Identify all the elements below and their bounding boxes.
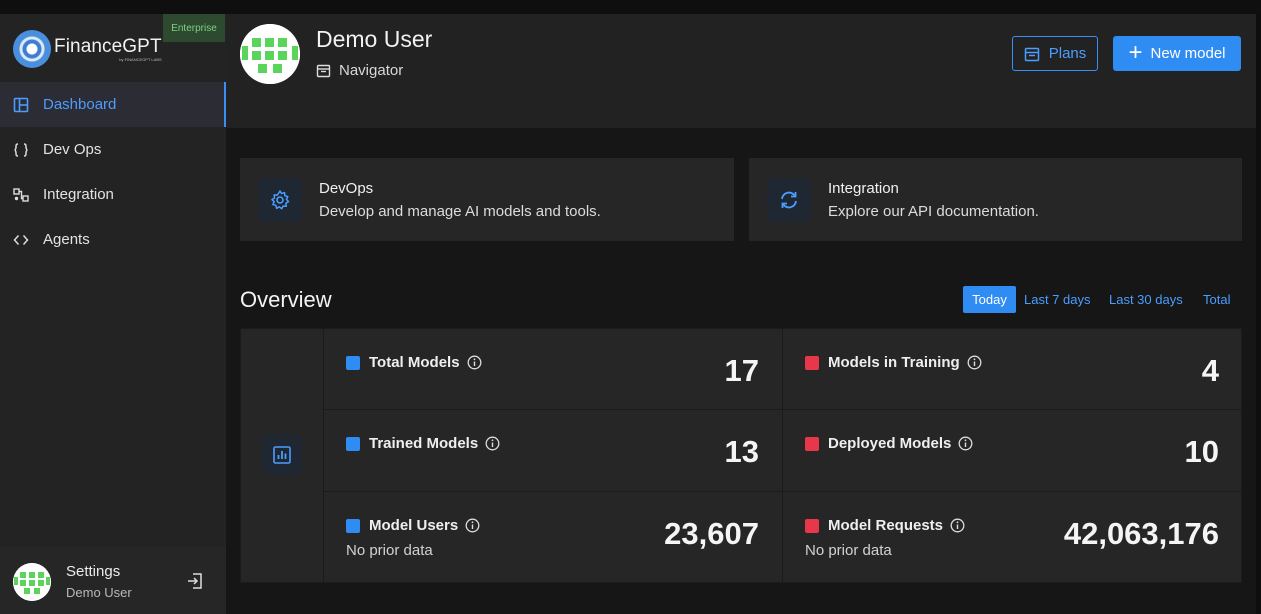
series-marker [346,519,360,533]
stat-label: Models in Training [828,354,960,371]
info-icon[interactable] [967,355,982,370]
sidebar-item-label: Integration [43,186,114,203]
plan-badge: Enterprise [163,14,225,42]
stat-label: Model Requests [828,517,944,534]
devops-card[interactable]: DevOps Develop and manage AI models and … [240,158,734,241]
stat-label-wrap: Deployed Models [828,435,973,452]
code-icon [12,231,30,249]
logo-eye-icon [13,30,51,68]
new-model-label: New model [1150,45,1226,62]
stat-models-in-training: Models in Training 4 [783,329,1242,410]
new-model-button[interactable]: + New model [1113,36,1241,71]
avatar [13,563,51,601]
brand-subtitle: by FINANCEGPT LABS [119,57,162,62]
stat-value: 10 [1184,434,1219,469]
gear-icon [258,178,302,222]
user-avatar [240,24,300,84]
calendar-icon [316,63,331,78]
sidebar-item-agents[interactable]: Agents [0,217,226,262]
info-icon[interactable] [465,518,480,533]
stats-icon-column [241,329,324,582]
stat-model-users: Model Users No prior data 23,607 [324,492,783,582]
series-marker [346,356,360,370]
info-icon[interactable] [467,355,482,370]
layout-icon [12,96,30,114]
series-marker [805,437,819,451]
sidebar: FinanceGPT by FINANCEGPT LABS Enterprise… [0,14,226,614]
stat-value: 17 [724,353,759,388]
sidebar-item-devops[interactable]: Dev Ops [0,127,226,172]
stat-label-wrap: Trained Models [369,435,500,452]
series-marker [805,356,819,370]
card-description: Develop and manage AI models and tools. [319,203,601,220]
stat-label: Total Models [369,354,460,371]
stat-label: Deployed Models [828,435,952,452]
integration-card[interactable]: Integration Explore our API documentatio… [749,158,1242,241]
sidebar-footer[interactable]: Settings Demo User [0,546,226,614]
logout-icon[interactable] [186,572,204,590]
window-edge [1256,14,1261,614]
refresh-icon [767,178,811,222]
app-logo[interactable]: FinanceGPT by FINANCEGPT LABS [13,30,162,68]
user-role: Navigator [339,62,404,79]
stat-label: Model Users [369,517,459,534]
stat-total-models: Total Models 17 [324,329,783,410]
tab-last-30-days[interactable]: Last 30 days [1109,286,1183,313]
stat-label-wrap: Models in Training [828,354,982,371]
footer-user-name: Demo User [66,585,132,600]
series-marker [805,519,819,533]
stat-trained-models: Trained Models 13 [324,410,783,492]
info-icon[interactable] [950,518,965,533]
stat-note: No prior data [346,542,433,559]
stat-deployed-models: Deployed Models 10 [783,410,1242,492]
series-marker [346,437,360,451]
tab-total[interactable]: Total [1203,286,1230,313]
braces-icon [12,141,30,159]
tab-last-7-days[interactable]: Last 7 days [1024,286,1091,313]
brand-name: FinanceGPT [54,36,162,57]
stat-value: 42,063,176 [1063,516,1219,551]
stat-label-wrap: Total Models [369,354,482,371]
plans-label: Plans [1048,45,1087,62]
stat-label-wrap: Model Users [369,517,480,534]
overview-title: Overview [240,287,332,312]
window-top-bar [0,0,1261,14]
page-title: Demo User [316,26,433,52]
stats-panel: Total Models 17 Models in Training 4 Tra… [240,328,1242,583]
stat-label: Trained Models [369,435,479,452]
stat-value: 4 [1201,353,1219,388]
card-title: Integration [828,180,899,197]
plans-button[interactable]: Plans [1012,36,1098,71]
sidebar-item-dashboard[interactable]: Dashboard [0,82,226,127]
stat-label-wrap: Model Requests [828,517,965,534]
sidebar-item-label: Agents [43,231,90,248]
sidebar-item-label: Dashboard [43,96,117,113]
tab-today[interactable]: Today [963,286,1016,313]
calendar-icon [1024,46,1040,62]
card-title: DevOps [319,180,374,197]
settings-link[interactable]: Settings [66,563,120,580]
card-description: Explore our API documentation. [828,203,1039,220]
info-icon[interactable] [958,436,973,451]
stat-model-requests: Model Requests No prior data 42,063,176 [783,492,1242,582]
stat-value: 23,607 [664,516,759,551]
sidebar-item-label: Dev Ops [43,141,102,158]
page-header: Demo User Navigator Plans + New model [226,14,1256,128]
role-line: Navigator [316,62,403,79]
plus-icon: + [1128,38,1143,66]
info-icon[interactable] [485,436,500,451]
stat-note: No prior data [805,542,892,559]
sidebar-item-integration[interactable]: Integration [0,172,226,217]
stat-value: 13 [724,434,759,469]
bar-chart-icon [262,435,302,475]
network-icon [12,186,30,204]
